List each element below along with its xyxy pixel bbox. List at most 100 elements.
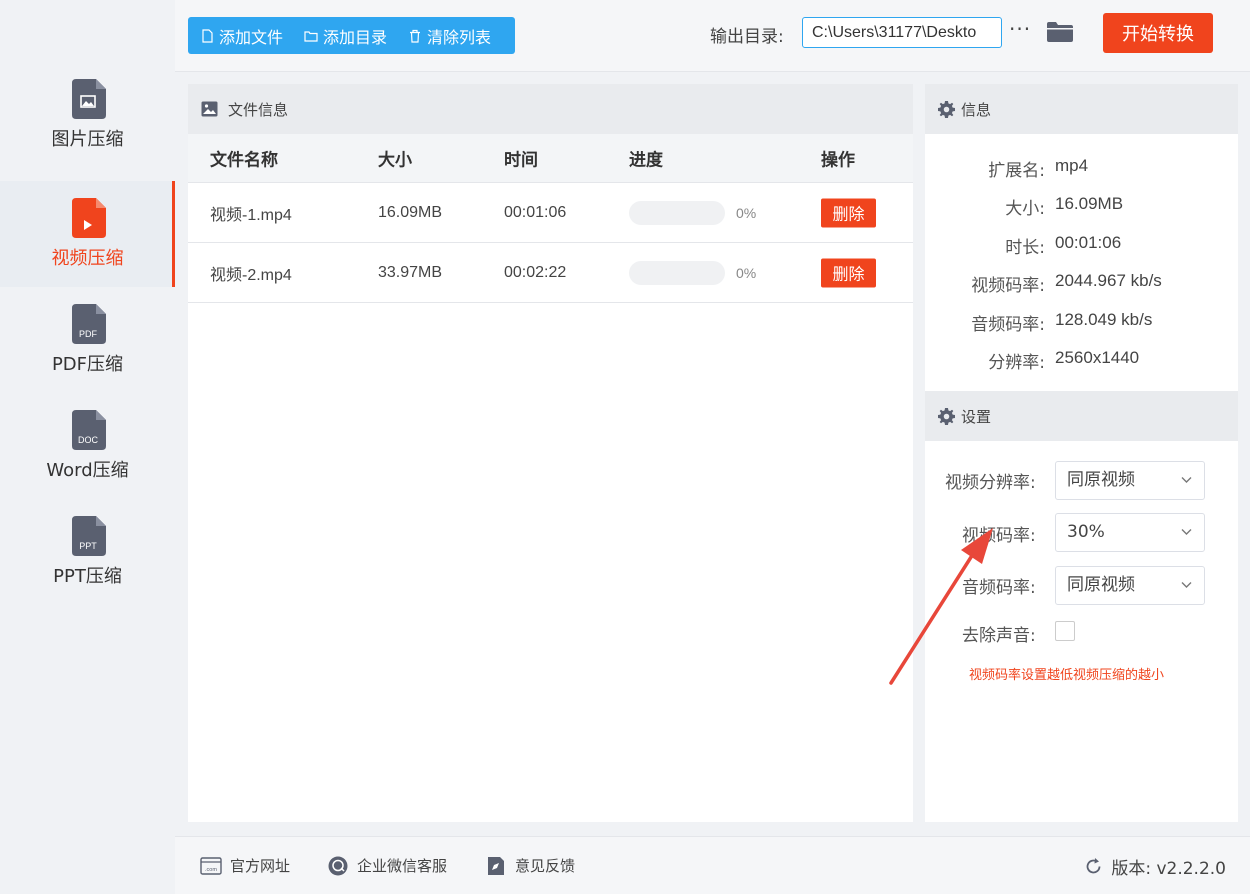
file-list-panel: 文件信息 文件名称 大小 时间 进度 操作 视频-1.mp4 16.09MB 0… [188,84,913,822]
trash-icon [408,29,422,43]
ppt-file-icon: PPT [70,516,106,556]
column-header-time: 时间 [504,150,538,171]
info-key: 音频码率: [971,315,1045,335]
delete-button[interactable]: 删除 [821,258,876,287]
info-key: 时长: [1005,238,1045,258]
pdf-file-icon: PDF [70,304,106,344]
wechat-icon [328,856,348,875]
info-key: 视频码率: [971,276,1045,296]
chevron-down-icon [1181,582,1192,588]
more-options-button[interactable]: ··· [1009,17,1031,41]
video-bitrate-label: 视频码率: [962,526,1036,546]
folder-outline-icon [304,29,318,43]
image-file-icon [70,79,106,119]
info-settings-panel: 信息 扩展名: mp4 大小: 16.09MB 时长: 00:01:06 视频码… [925,84,1238,822]
file-size: 16.09MB [378,203,443,221]
remove-audio-label: 去除声音: [962,626,1036,646]
settings-title: 设置 [961,407,992,426]
svg-text:.com: .com [205,867,217,873]
delete-button[interactable]: 删除 [821,198,876,227]
sidebar-item-label: 图片压缩 [51,129,124,150]
svg-text:PPT: PPT [79,541,97,551]
official-website-link[interactable]: .com 官方网址 [200,855,290,876]
svg-text:DOC: DOC [78,435,99,445]
progress-bar [629,200,725,225]
toolbar: 添加文件 添加目录 清除列表 输出目录: C:\Users\31177\Desk… [175,0,1250,72]
info-key: 扩展名: [988,161,1045,181]
info-key: 分辨率: [988,353,1045,373]
remove-audio-checkbox[interactable] [1055,621,1075,641]
info-value: 128.049 kb/s [1055,310,1153,329]
doc-file-icon: DOC [70,410,106,450]
column-header-progress: 进度 [629,150,663,171]
clear-list-label: 清除列表 [427,27,492,47]
file-actions-group: 添加文件 添加目录 清除列表 [188,17,515,54]
start-convert-button[interactable]: 开始转换 [1103,13,1213,53]
output-dir-input[interactable]: C:\Users\31177\Deskto [802,17,1002,48]
sidebar-item-ppt-compress[interactable]: PPT PPT压缩 [0,499,175,605]
sidebar: 图片压缩 视频压缩 PDF PDF压缩 DOC Word压缩 PPT PPT压缩 [0,0,175,894]
version-label: 版本: v2.2.2.0 [1111,859,1226,879]
wechat-support-label: 企业微信客服 [357,857,448,875]
refresh-icon[interactable] [1084,857,1103,876]
footer: .com 官方网址 企业微信客服 意见反馈 版本: v2.2.2.0 [175,836,1250,894]
chevron-down-icon [1181,529,1192,535]
add-folder-button[interactable]: 添加目录 [304,24,387,48]
info-header: 信息 [925,84,1238,134]
image-icon [201,101,218,117]
info-value: 00:01:06 [1055,233,1122,252]
info-value: 16.09MB [1055,194,1124,213]
file-icon [200,28,214,43]
column-header-action: 操作 [821,150,855,171]
audio-bitrate-label: 音频码率: [962,578,1036,598]
progress-bar [629,260,725,285]
file-size: 33.97MB [378,263,443,281]
file-name: 视频-2.mp4 [210,266,292,284]
select-value: 同原视频 [1067,470,1135,490]
sidebar-item-video-compress[interactable]: 视频压缩 [0,181,175,287]
sidebar-item-label: PPT压缩 [53,566,122,587]
column-header-name: 文件名称 [210,150,278,171]
sidebar-item-image-compress[interactable]: 图片压缩 [0,62,175,168]
table-row[interactable]: 视频-2.mp4 33.97MB 00:02:22 0% 删除 [188,243,913,303]
table-row[interactable]: 视频-1.mp4 16.09MB 00:01:06 0% 删除 [188,183,913,243]
settings-header: 设置 [925,391,1238,441]
video-resolution-select[interactable]: 同原视频 [1055,461,1205,500]
open-folder-icon[interactable] [1047,21,1073,42]
wechat-support-link[interactable]: 企业微信客服 [327,855,447,876]
chevron-down-icon [1181,477,1192,483]
official-website-label: 官方网址 [230,857,291,875]
file-duration: 00:02:22 [504,263,567,281]
progress-percent: 0% [736,264,757,281]
info-title: 信息 [961,100,992,119]
video-file-icon [70,198,106,238]
file-panel-header: 文件信息 [188,84,913,134]
select-value: 同原视频 [1067,575,1135,595]
feedback-label: 意见反馈 [515,857,576,875]
clear-list-button[interactable]: 清除列表 [408,24,491,48]
sidebar-item-label: PDF压缩 [51,354,124,375]
gear-icon [938,407,955,425]
audio-bitrate-select[interactable]: 同原视频 [1055,566,1205,605]
info-value: 2044.967 kb/s [1055,271,1162,290]
info-value: mp4 [1055,156,1089,175]
website-icon: .com [200,856,222,875]
sidebar-item-pdf-compress[interactable]: PDF PDF压缩 [0,287,175,393]
feedback-icon [488,856,504,875]
progress-percent: 0% [736,204,757,221]
output-dir-label: 输出目录: [710,27,784,47]
column-header-size: 大小 [378,150,412,171]
select-value: 30% [1067,522,1105,542]
feedback-link[interactable]: 意见反馈 [485,855,575,876]
sidebar-item-label: 视频压缩 [51,248,124,269]
video-bitrate-select[interactable]: 30% [1055,513,1205,552]
info-value: 2560x1440 [1055,348,1140,367]
info-key: 大小: [1005,199,1045,219]
sidebar-item-word-compress[interactable]: DOC Word压缩 [0,393,175,499]
video-resolution-label: 视频分辨率: [945,473,1036,493]
add-file-button[interactable]: 添加文件 [200,24,283,48]
bitrate-hint-text: 视频码率设置越低视频压缩的越小 [969,668,1165,683]
sidebar-item-label: Word压缩 [46,460,129,481]
version-info: 版本: v2.2.2.0 [1084,854,1226,879]
gear-icon [938,100,955,118]
